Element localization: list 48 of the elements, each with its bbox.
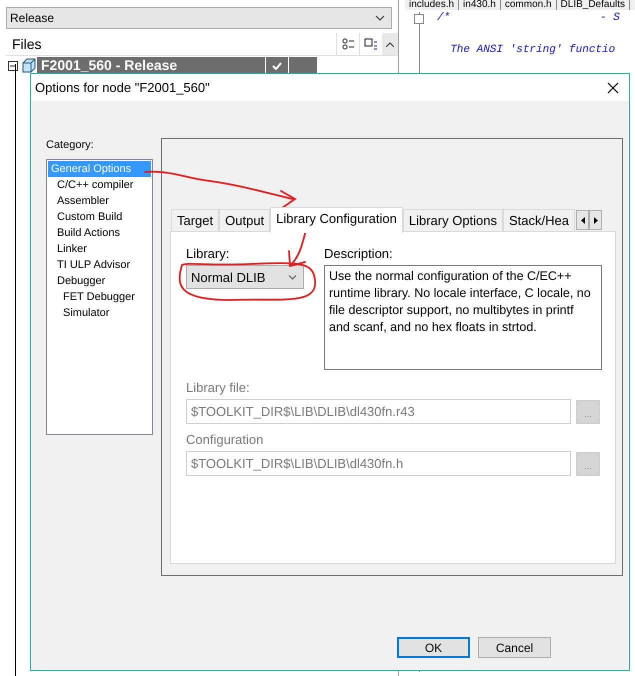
scroll-left-button[interactable] — [576, 210, 589, 230]
scroll-right-button[interactable] — [589, 210, 602, 230]
category-item[interactable]: Linker — [48, 241, 151, 257]
column-icon — [364, 38, 378, 50]
close-icon[interactable] — [605, 80, 621, 96]
collapse-icon[interactable] — [8, 60, 18, 70]
editor-tab[interactable]: DLIB_Defaults — [556, 0, 630, 10]
tab[interactable]: Target — [171, 209, 220, 232]
category-item[interactable]: FET Debugger — [48, 289, 151, 305]
category-item[interactable]: Simulator — [48, 305, 151, 321]
category-item[interactable]: TI ULP Advisor — [48, 257, 151, 273]
code-line: /* — [437, 12, 450, 26]
configuration-dropdown[interactable]: Release — [6, 7, 392, 29]
category-label: Category: — [46, 139, 95, 151]
scroll-up-button[interactable] — [382, 33, 398, 55]
project-node[interactable]: F2001_560 - Release — [37, 57, 265, 74]
column-header: Files — [11, 36, 43, 52]
category-item[interactable]: Build Actions — [48, 225, 151, 241]
category-item[interactable]: Assembler — [48, 193, 151, 209]
editor-tab[interactable]: in430.h — [459, 0, 501, 10]
editor-tab[interactable]: includes.h — [405, 0, 460, 10]
field-label: Configuration — [186, 432, 264, 447]
chevron-up-icon — [386, 42, 394, 46]
dialog-button[interactable]: OK — [397, 637, 470, 658]
editor-tab[interactable]: common.h — [500, 0, 557, 10]
column-icon — [341, 38, 355, 50]
field-label: Library: — [186, 246, 230, 261]
tab[interactable]: Library Options — [402, 209, 504, 232]
tab[interactable]: Output — [219, 209, 270, 232]
library-dropdown[interactable]: Normal DLIB — [186, 265, 304, 289]
code-line: - S — [600, 12, 620, 24]
category-item[interactable]: Debugger — [48, 273, 151, 289]
fold-icon[interactable] — [414, 14, 424, 24]
dialog-title: Options for node "F2001_560" — [35, 80, 210, 95]
tab[interactable]: Stack/Hea — [503, 209, 575, 232]
dialog-button[interactable]: Cancel — [478, 637, 551, 658]
chevron-icon — [375, 15, 385, 21]
description-box: Use the normal configuration of the C/EC++ runtime library. No locale interface, C locale, no file descriptor support, no multibytes in printf and scanf, and no hex floats in strtod. — [324, 265, 602, 370]
category-item[interactable]: Custom Build — [48, 209, 151, 225]
category-item[interactable]: C/C++ compiler — [48, 177, 151, 193]
cube-icon — [21, 58, 37, 73]
left-arrow-icon — [580, 216, 584, 224]
chevron-icon — [288, 274, 297, 280]
field-label: Library file: — [186, 380, 251, 395]
right-arrow-icon — [594, 216, 598, 224]
code-line: The ANSI 'string' functio — [449, 44, 616, 58]
field-label: Description: — [324, 246, 394, 261]
tab[interactable]: Library Configuration — [270, 207, 403, 233]
